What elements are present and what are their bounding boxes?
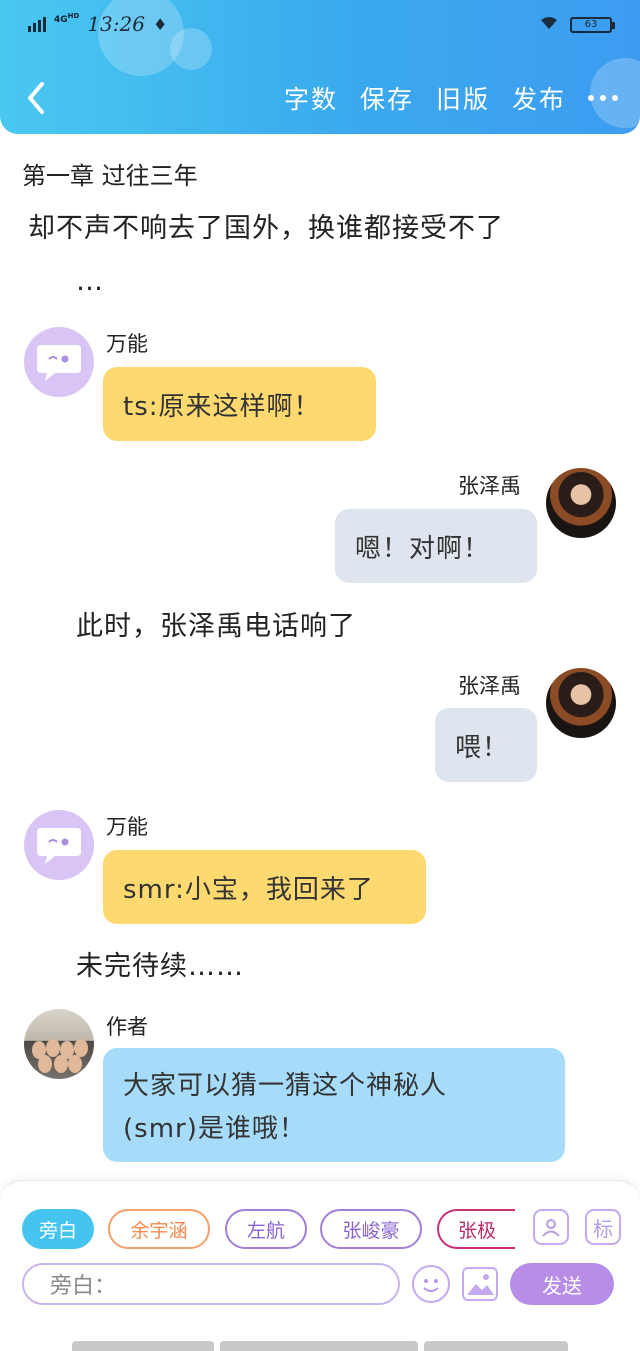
chat-message[interactable]: 大家可以猜一猜这个神秘人 (smr)是谁哦！ — [103, 1048, 565, 1162]
chat-message[interactable]: 嗯！对啊！ — [335, 509, 537, 583]
role-chip-yu-yuhan[interactable]: 余宇涵 — [108, 1209, 210, 1249]
avatar[interactable] — [546, 668, 616, 738]
speaker-name: 万能 — [106, 815, 148, 839]
avatar[interactable] — [24, 1009, 94, 1079]
narration-text: 此时，张泽禹电话响了 — [76, 611, 356, 642]
keyboard-bar — [220, 1341, 418, 1351]
role-chip-narration[interactable]: 旁白 — [22, 1209, 94, 1249]
emoji-button[interactable] — [412, 1265, 450, 1303]
wechat-icon: ♦ — [152, 14, 168, 34]
message-input[interactable]: 旁白： — [22, 1263, 400, 1305]
keyboard-bar — [424, 1341, 568, 1351]
clock: 13:26 — [87, 12, 145, 36]
speaker-name: 万能 — [106, 332, 148, 356]
avatar[interactable] — [546, 468, 616, 538]
role-chip-zuo-hang[interactable]: 左航 — [225, 1209, 307, 1249]
narration-text: 未完待续…… — [76, 951, 244, 982]
status-bar-right: 63 — [540, 16, 615, 34]
person-icon — [542, 1219, 560, 1237]
publish-button[interactable]: 发布 — [512, 80, 566, 116]
chat-message-line: (smr)是谁哦！ — [123, 1114, 306, 1144]
send-button[interactable]: 发送 — [510, 1263, 614, 1305]
chat-message[interactable]: smr:小宝，我回来了 — [103, 850, 426, 924]
narration-text: 却不声不响去了国外，换谁都接受不了 — [28, 213, 504, 244]
save-button[interactable]: 保存 — [360, 80, 414, 116]
chat-message-line: 大家可以猜一猜这个神秘人 — [123, 1071, 448, 1101]
speaker-name: 张泽禹 — [458, 474, 521, 498]
composer-panel: 旁白 余宇涵 左航 张峻豪 张极 标 旁白： 发送 — [0, 1180, 640, 1351]
chat-message[interactable]: 喂！ — [435, 708, 537, 782]
back-button[interactable] — [22, 80, 52, 116]
role-chip-zhang-ji[interactable]: 张极 — [437, 1209, 515, 1249]
old-version-button[interactable]: 旧版 — [436, 80, 490, 116]
more-options-icon[interactable] — [588, 83, 618, 113]
decor-bubble — [170, 28, 212, 70]
image-button[interactable] — [462, 1267, 498, 1301]
avatar[interactable] — [24, 327, 94, 397]
add-role-button[interactable] — [533, 1209, 569, 1245]
wifi-icon — [540, 16, 558, 34]
chat-bubble-icon — [37, 345, 81, 381]
signal-icon — [28, 16, 46, 32]
chat-message[interactable]: ts:原来这样啊！ — [103, 367, 376, 441]
speaker-name: 作者 — [106, 1015, 148, 1039]
word-count-button[interactable]: 字数 — [284, 80, 338, 116]
image-icon — [467, 1274, 494, 1295]
tag-button[interactable]: 标 — [585, 1209, 621, 1245]
status-bar-left: 4GHD 13:26 ♦ — [28, 12, 167, 36]
role-chip-zhang-junhao[interactable]: 张峻豪 — [320, 1209, 422, 1249]
top-header: 4GHD 13:26 ♦ 63 字数 保存 旧版 发布 — [0, 0, 640, 134]
speaker-name: 张泽禹 — [458, 674, 521, 698]
battery-icon: 63 — [570, 17, 615, 33]
smiley-icon — [423, 1279, 439, 1292]
narration-text: … — [76, 266, 104, 297]
network-type: 4GHD — [54, 11, 80, 25]
avatar[interactable] — [24, 810, 94, 880]
keyboard-bar — [72, 1341, 214, 1351]
editor-toolbar: 字数 保存 旧版 发布 — [284, 80, 618, 116]
chapter-title: 第一章 过往三年 — [22, 162, 198, 190]
chevron-left-icon — [28, 82, 44, 114]
chat-bubble-icon — [37, 828, 81, 864]
